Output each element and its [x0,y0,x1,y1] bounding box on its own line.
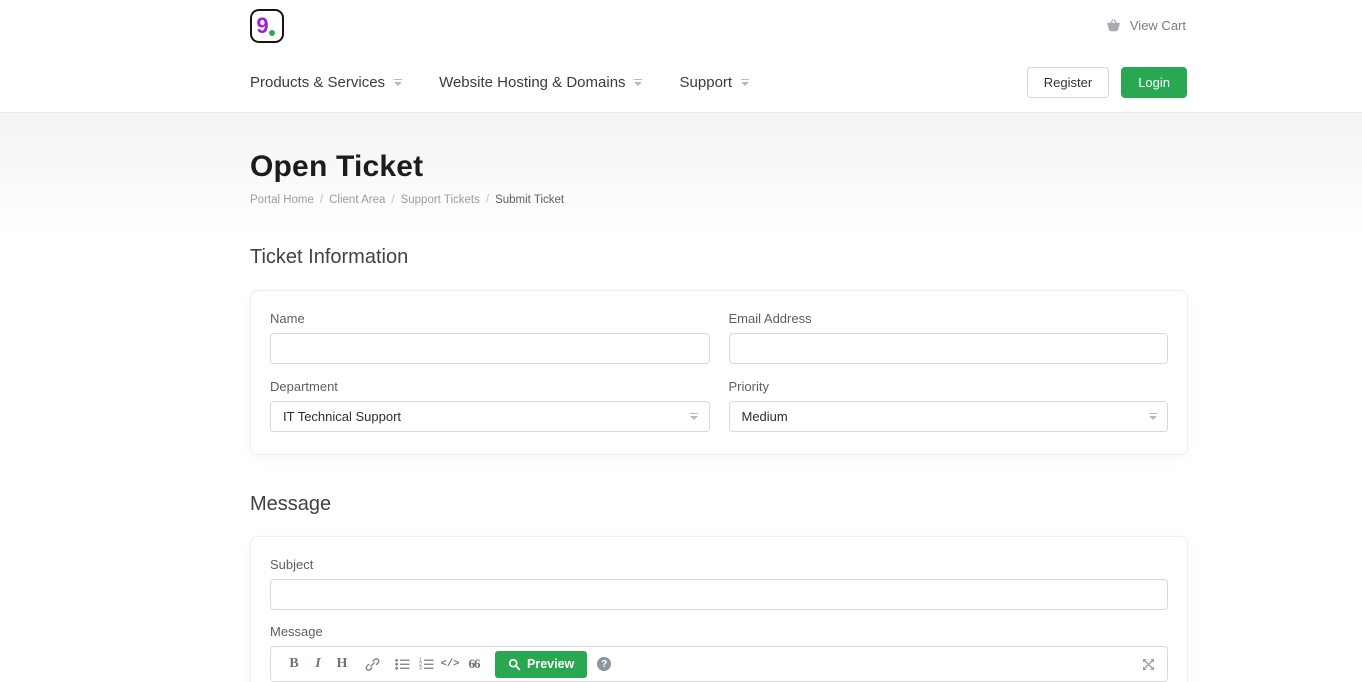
register-button[interactable]: Register [1027,67,1109,98]
heading-button[interactable]: H [331,652,353,676]
italic-button[interactable]: I [307,652,329,676]
login-button[interactable]: Login [1121,67,1187,98]
chevron-down-icon [1148,413,1157,421]
chevron-down-icon [690,413,699,421]
breadcrumb-client-area[interactable]: Client Area [329,194,385,206]
unordered-list-icon [395,657,410,671]
search-icon [508,658,521,671]
subject-label: Subject [270,557,1168,572]
department-selected-value: IT Technical Support [283,409,401,424]
priority-select[interactable]: Medium [729,401,1169,432]
name-input[interactable] [270,333,710,364]
site-header: 9 View Cart Products & Services Website … [0,0,1362,113]
quote-button[interactable]: 66 [463,652,485,676]
chevron-down-icon [740,79,749,87]
help-button[interactable]: ? [597,657,611,671]
chevron-down-icon [634,79,643,87]
breadcrumb-separator: / [391,194,394,206]
message-card: Subject Message B I H [250,536,1188,682]
chevron-down-icon [393,79,402,87]
svg-text:3: 3 [419,666,422,671]
ordered-list-icon: 1 2 3 [419,657,434,671]
site-logo[interactable]: 9 [250,9,284,43]
ticket-information-heading: Ticket Information [250,246,1188,269]
message-field: Message B I H [270,624,1168,682]
view-cart-link[interactable]: View Cart [1104,18,1186,33]
email-input[interactable] [729,333,1169,364]
breadcrumb-separator: / [486,194,489,206]
view-cart-label: View Cart [1130,18,1186,33]
link-button[interactable] [361,652,383,676]
code-button[interactable]: </> [439,652,461,676]
preview-button[interactable]: Preview [495,651,587,678]
priority-label: Priority [729,379,1169,394]
page-title: Open Ticket [250,150,1188,184]
name-field: Name [270,311,710,364]
preview-button-label: Preview [527,657,574,671]
editor-toolbar: B I H [270,646,1168,682]
nav-item-label: Products & Services [250,74,385,91]
message-label: Message [270,624,1168,639]
link-icon [365,657,380,672]
expand-icon [1142,658,1155,671]
nav-item-products-services[interactable]: Products & Services [250,74,402,91]
cart-icon [1104,18,1123,33]
fullscreen-button[interactable] [1142,658,1155,671]
priority-field: Priority Medium [729,379,1169,432]
ordered-list-button[interactable]: 1 2 3 [415,652,437,676]
ticket-information-card: Name Email Address Department IT Technic… [250,290,1188,455]
main-content: Open Ticket Portal Home / Client Area / … [250,150,1188,682]
nav-item-label: Support [680,74,733,91]
subject-input[interactable] [270,579,1168,610]
department-select[interactable]: IT Technical Support [270,401,710,432]
nav-item-hosting-domains[interactable]: Website Hosting & Domains [439,74,642,91]
department-field: Department IT Technical Support [270,379,710,432]
nav-item-label: Website Hosting & Domains [439,74,625,91]
breadcrumb-current: Submit Ticket [495,194,564,206]
logo-digit: 9 [256,15,268,37]
main-nav: Products & Services Website Hosting & Do… [250,74,749,91]
bold-button[interactable]: B [283,652,305,676]
email-field: Email Address [729,311,1169,364]
logo-dot [269,30,275,36]
name-label: Name [270,311,710,326]
auth-buttons: Register Login [1027,67,1187,98]
message-heading: Message [250,493,1188,516]
breadcrumb-support-tickets[interactable]: Support Tickets [401,194,480,206]
nav-item-support[interactable]: Support [680,74,750,91]
breadcrumb-separator: / [320,194,323,206]
breadcrumb: Portal Home / Client Area / Support Tick… [250,194,1188,206]
breadcrumb-portal-home[interactable]: Portal Home [250,194,314,206]
priority-selected-value: Medium [742,409,788,424]
subject-field: Subject [270,557,1168,610]
unordered-list-button[interactable] [391,652,413,676]
email-label: Email Address [729,311,1169,326]
department-label: Department [270,379,710,394]
